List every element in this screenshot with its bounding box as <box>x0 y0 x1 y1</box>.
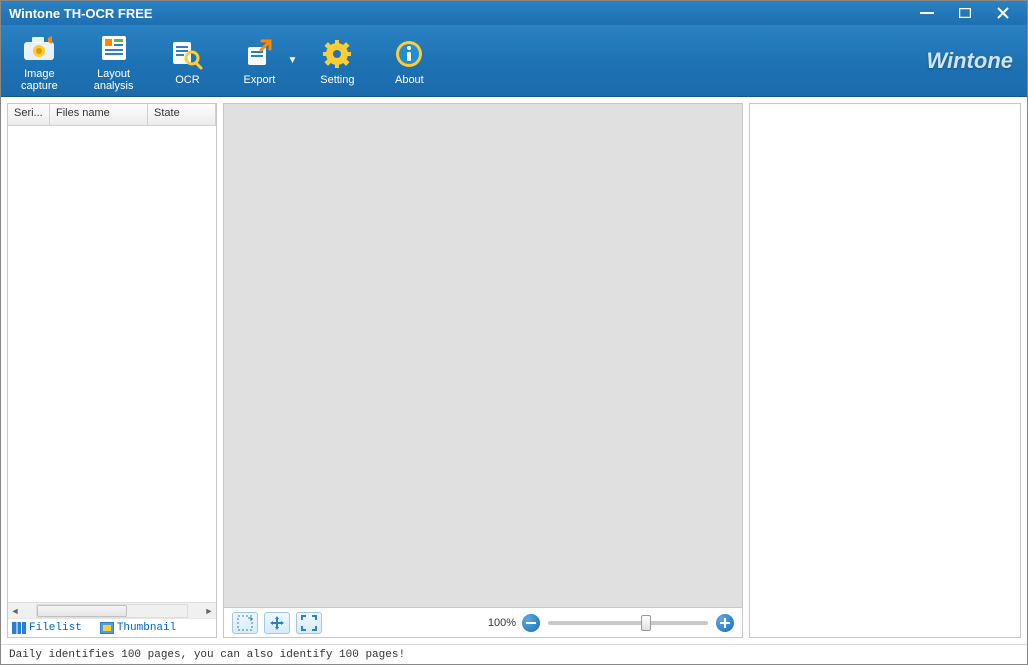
setting-button[interactable]: Setting <box>313 32 361 90</box>
file-list-panel: Seri... Files name State ◄ ► Filelist Th… <box>7 103 217 638</box>
zoom-in-button[interactable] <box>716 614 734 632</box>
camera-icon <box>21 30 57 66</box>
info-icon <box>391 36 427 72</box>
scroll-track[interactable] <box>36 604 188 618</box>
zoom-level-label: 100% <box>488 617 516 629</box>
brand-logo: Wintone <box>926 48 1013 74</box>
app-title: Wintone TH-OCR FREE <box>9 6 153 21</box>
scroll-thumb[interactable] <box>37 605 127 617</box>
close-icon <box>997 7 1009 19</box>
title-bar: Wintone TH-OCR FREE <box>1 1 1027 25</box>
image-preview-panel: 100% <box>223 103 743 638</box>
column-state[interactable]: State <box>148 104 216 125</box>
thumbnail-tab-icon <box>100 622 114 634</box>
layout-icon <box>96 30 132 66</box>
plus-icon <box>720 618 730 628</box>
maximize-icon <box>959 8 971 18</box>
file-list-body <box>8 126 216 602</box>
fullscreen-icon <box>301 615 317 631</box>
file-list-hscroll[interactable]: ◄ ► <box>8 602 216 618</box>
column-serial[interactable]: Seri... <box>8 104 50 125</box>
scroll-left-arrow[interactable]: ◄ <box>8 604 22 618</box>
close-button[interactable] <box>993 5 1013 21</box>
filelist-tab-icon <box>12 622 26 634</box>
tab-filelist[interactable]: Filelist <box>12 622 82 634</box>
gear-icon <box>319 36 355 72</box>
column-files-name[interactable]: Files name <box>50 104 148 125</box>
image-capture-button[interactable]: Image capture <box>15 26 64 96</box>
minimize-button[interactable] <box>917 5 937 21</box>
pan-button[interactable] <box>264 612 290 634</box>
file-list-header: Seri... Files name State <box>8 104 216 126</box>
main-area: Seri... Files name State ◄ ► Filelist Th… <box>1 97 1027 644</box>
ocr-search-icon <box>169 36 205 72</box>
ocr-button[interactable]: OCR <box>163 32 211 90</box>
tab-thumbnail[interactable]: Thumbnail <box>100 622 176 634</box>
preview-controls: 100% <box>224 607 742 637</box>
about-button[interactable]: About <box>385 32 433 90</box>
zoom-slider-thumb[interactable] <box>641 615 651 631</box>
select-region-button[interactable] <box>232 612 258 634</box>
scroll-right-arrow[interactable]: ► <box>202 604 216 618</box>
export-dropdown-arrow[interactable]: ▼ <box>287 55 297 66</box>
maximize-button[interactable] <box>955 5 975 21</box>
main-toolbar: Image capture Layout analysis OCR Export… <box>1 25 1027 97</box>
zoom-out-button[interactable] <box>522 614 540 632</box>
fullscreen-button[interactable] <box>296 612 322 634</box>
layout-analysis-button[interactable]: Layout analysis <box>88 26 140 96</box>
status-bar: Daily identifies 100 pages, you can also… <box>1 644 1027 664</box>
select-region-icon <box>237 615 253 631</box>
zoom-slider[interactable] <box>548 621 708 625</box>
minus-icon <box>526 622 536 624</box>
move-icon <box>269 615 285 631</box>
export-button[interactable]: Export <box>235 32 283 90</box>
status-text: Daily identifies 100 pages, you can also… <box>9 649 405 661</box>
export-icon <box>241 36 277 72</box>
result-panel <box>749 103 1021 638</box>
minimize-icon <box>920 12 934 14</box>
